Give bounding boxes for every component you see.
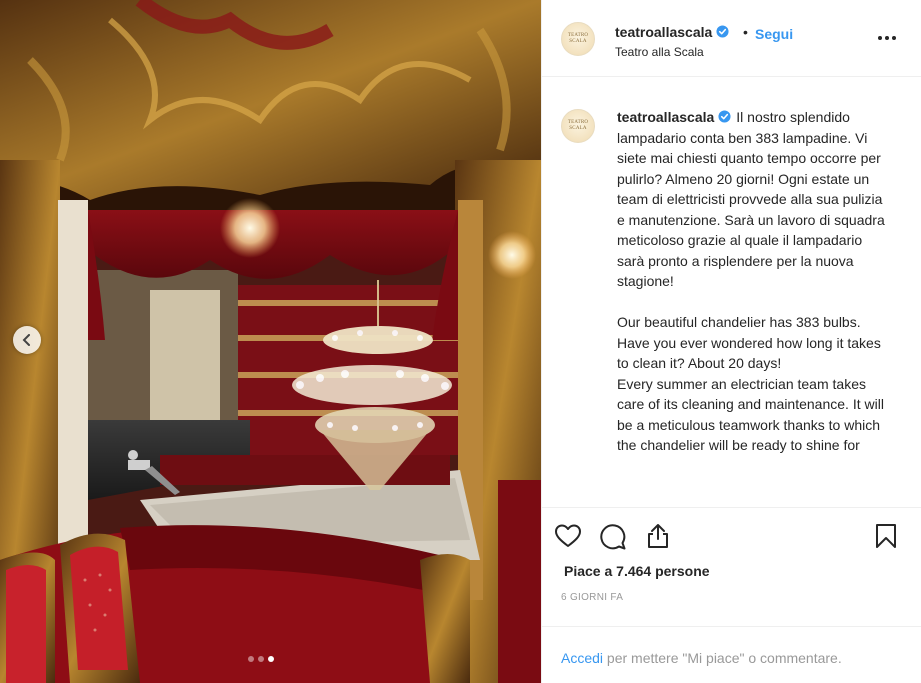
header-separator: • [743,24,748,40]
bookmark-icon[interactable] [875,523,897,549]
caption: teatroallascala Il nostro splendido lampa… [617,107,887,456]
share-icon[interactable] [646,523,670,549]
likes-count[interactable]: Piace a 7.464 persone [564,563,710,579]
comment-icon[interactable] [600,524,626,550]
instagram-post: TEATRO SCALA teatroallascala • Segui Tea… [0,0,921,683]
caption-username[interactable]: teatroallascala [617,109,714,125]
avatar-logo-text: TEATRO SCALA [567,120,589,131]
avatar[interactable]: TEATRO SCALA [561,22,595,56]
header-username-row: teatroallascala [615,24,729,42]
carousel-dot-active [268,656,274,662]
theatre-box-photo [0,0,541,683]
carousel-dot [248,656,254,662]
location-link[interactable]: Teatro alla Scala [615,45,704,59]
login-prompt: Accedi per mettere "Mi piace" o commenta… [542,626,921,683]
post-side-panel: TEATRO SCALA teatroallascala • Segui Tea… [541,0,921,683]
caption-avatar[interactable]: TEATRO SCALA [561,109,595,143]
chevron-left-icon [22,334,30,346]
chair-left [0,552,55,683]
caption-text: Il nostro splendido lampadario conta ben… [617,109,885,453]
post-actions: Piace a 7.464 persone 6 GIORNI FA Accedi… [542,507,921,683]
more-options-icon[interactable] [878,32,898,44]
login-link[interactable]: Accedi [561,650,603,666]
post-photo[interactable] [0,0,541,683]
heart-icon[interactable] [555,524,581,548]
carousel-dots [248,656,274,662]
carousel-dot [258,656,264,662]
comments-area: TEATRO SCALA teatroallascala Il nostro sp… [542,77,921,507]
follow-button[interactable]: Segui [755,26,793,42]
header-username[interactable]: teatroallascala [615,24,712,40]
post-timestamp[interactable]: 6 GIORNI FA [561,592,623,603]
verified-badge-icon [716,25,729,38]
login-prompt-text: per mettere "Mi piace" o commentare. [603,650,842,666]
verified-badge-icon [718,110,731,123]
post-header: TEATRO SCALA teatroallascala • Segui Tea… [542,0,921,77]
carousel-prev-button[interactable] [13,326,41,354]
avatar-logo-text: TEATRO SCALA [567,33,589,44]
